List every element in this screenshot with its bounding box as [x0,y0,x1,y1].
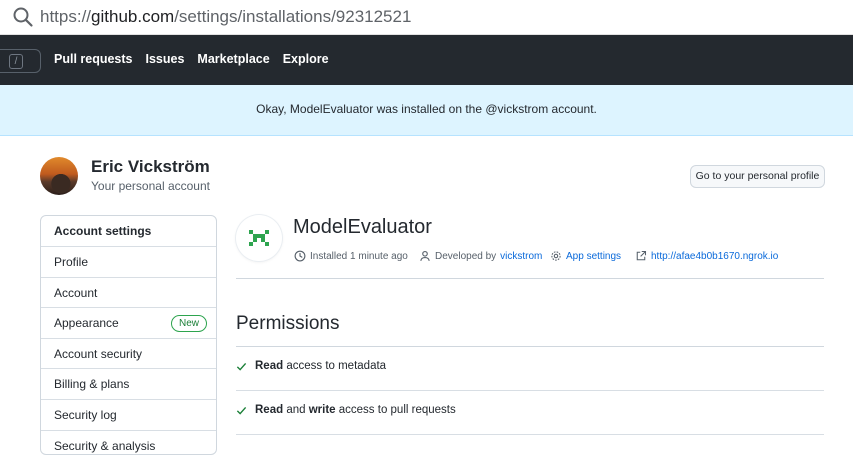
check-icon [236,362,247,371]
sidebar-item-profile[interactable]: Profile [41,247,216,278]
divider [236,390,824,391]
developer-meta: Developed by vickstrom [419,250,542,262]
clock-icon [294,250,306,262]
sidebar-item-label: Appearance [54,316,119,331]
permission-row: Read and write access to pull requests [236,404,456,416]
flash-banner: Okay, ModelEvaluator was installed on th… [0,85,853,136]
sidebar-item-appearance[interactable]: Appearance New [41,308,216,339]
sidebar-item-label: Billing & plans [54,377,130,392]
new-badge: New [171,315,208,333]
app-settings-meta[interactable]: App settings [550,250,621,262]
sidebar-item-label: Security log [54,407,117,422]
permission-level-2: write [308,404,336,416]
installed-meta: Installed 1 minute ago [294,250,408,262]
permission-text: access to metadata [286,360,387,372]
person-icon [420,250,430,261]
app-name: ModelEvaluator [293,216,432,238]
permission-level: Read [255,404,284,416]
nav-issues[interactable]: Issues [146,52,185,67]
sidebar-item-account[interactable]: Account [41,278,216,309]
divider [236,278,824,279]
external-link-icon [636,250,647,261]
sidebar-item-security-analysis[interactable]: Security & analysis [41,431,216,454]
go-to-profile-button[interactable]: Go to your personal profile [690,165,825,188]
global-header: / Pull requests Issues Marketplace Explo… [0,35,853,85]
user-name[interactable]: Eric Vickström [91,157,210,177]
sidebar-item-account-security[interactable]: Account security [41,339,216,370]
app-logo [236,215,282,261]
nav-pull-requests[interactable]: Pull requests [54,52,133,67]
flash-message: Okay, ModelEvaluator was installed on th… [256,102,597,116]
check-icon [236,406,247,415]
sidebar-item-label: Profile [54,255,89,269]
search-shortcut-key: / [9,54,23,69]
nav-explore[interactable]: Explore [283,52,329,67]
sidebar-item-label: Account [54,285,98,300]
permission-text: access to pull requests [338,404,456,416]
sidebar-item-security-log[interactable]: Security log [41,400,216,431]
permission-row: Read access to metadata [236,360,386,372]
search-icon [13,7,33,27]
search-input[interactable]: / [0,49,41,73]
permission-joiner: and [286,404,306,416]
global-nav: Pull requests Issues Marketplace Explore [54,52,329,67]
app-url-meta[interactable]: http://afae4b0b1670.ngrok.io [635,250,778,262]
installed-text: Installed 1 minute ago [310,250,408,262]
settings-sidebar: Account settings Profile Account Appeara… [40,215,217,455]
developer-link[interactable]: vickstrom [500,251,542,262]
permission-level: Read [255,360,284,372]
user-subtitle: Your personal account [91,179,210,193]
app-url-link[interactable]: http://afae4b0b1670.ngrok.io [651,251,778,262]
nav-marketplace[interactable]: Marketplace [197,52,269,67]
sidebar-item-billing[interactable]: Billing & plans [41,369,216,400]
developed-by-label: Developed by [435,250,497,262]
browser-address-bar[interactable]: https://github.com/settings/installation… [0,0,853,35]
sidebar-item-label: Account security [54,346,143,361]
permissions-title: Permissions [236,313,340,334]
app-identicon-icon [249,230,269,246]
gear-icon [551,251,561,261]
divider [236,346,824,347]
avatar[interactable] [40,157,78,195]
sidebar-heading: Account settings [41,216,216,247]
app-settings-link[interactable]: App settings [566,251,621,262]
divider [236,434,824,435]
url-text[interactable]: https://github.com/settings/installation… [40,6,411,28]
